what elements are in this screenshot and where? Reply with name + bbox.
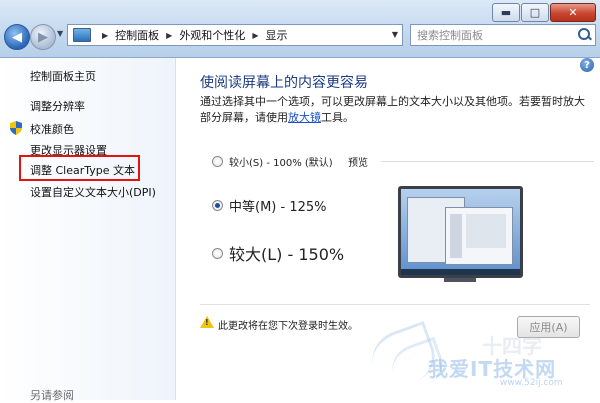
- option-smaller-label[interactable]: 较小(S) - 100% (默认): [229, 154, 333, 169]
- option-smaller[interactable]: 较小(S) - 100% (默认): [212, 154, 333, 169]
- search-input[interactable]: 搜索控制面板: [410, 24, 596, 46]
- sidebar-item-resolution[interactable]: 调整分辨率: [30, 98, 85, 114]
- radio-smaller[interactable]: [212, 156, 223, 167]
- breadcrumb-arrow-icon[interactable]: ▶: [252, 31, 258, 40]
- radio-larger[interactable]: [212, 247, 223, 259]
- warning-text: 此更改将在您下次登录时生效。: [218, 321, 358, 332]
- breadcrumb-control-panel[interactable]: 控制面板: [115, 27, 159, 43]
- sidebar-item-custom-dpi[interactable]: 设置自定义文本大小(DPI): [30, 184, 156, 200]
- preview-divider: [381, 161, 594, 162]
- window-controls: ▬ □ ✕: [491, 3, 596, 22]
- option-medium[interactable]: 中等(M) - 125%: [212, 196, 326, 215]
- radio-medium[interactable]: [212, 200, 223, 211]
- sidebar: 控制面板主页 调整分辨率 校准颜色 更改显示器设置 调整 ClearType 文…: [0, 58, 176, 402]
- option-medium-label[interactable]: 中等(M) - 125%: [229, 196, 326, 215]
- preview-label: 预览: [348, 158, 368, 169]
- search-placeholder: 搜索控制面板: [417, 29, 483, 42]
- preview-window-front: [445, 207, 513, 265]
- breadcrumb-appearance[interactable]: 外观和个性化: [179, 27, 245, 43]
- help-icon[interactable]: ?: [580, 58, 594, 72]
- title-bar: ▬ □ ✕ ◀ ▶ ▼ ▶ 控制面板 ▶ 外观和个性化 ▶ 显示 ▼ 搜索控制面…: [0, 0, 600, 58]
- search-icon[interactable]: [575, 26, 593, 44]
- recent-pages-dropdown[interactable]: ▼: [57, 29, 63, 38]
- page-title: 使阅读屏幕上的内容更容易: [200, 75, 368, 91]
- sidebar-item-home[interactable]: 控制面板主页: [30, 68, 96, 84]
- control-panel-icon: [73, 28, 91, 42]
- magnifier-link[interactable]: 放大镜: [288, 111, 321, 124]
- breadcrumb-arrow-icon[interactable]: ▶: [166, 31, 172, 40]
- preview-monitor-image: [398, 186, 523, 278]
- description: 通过选择其中一个选项，可以更改屏幕上的文本大小以及其他项。若要暂时放大部分屏幕，…: [200, 94, 590, 126]
- maximize-button[interactable]: □: [521, 3, 549, 22]
- warning-icon: !: [200, 316, 214, 328]
- minimize-button[interactable]: ▬: [492, 3, 520, 22]
- watermark-url: www.52ij.com: [500, 378, 563, 388]
- preview-screen: [401, 189, 520, 275]
- forward-button[interactable]: ▶: [30, 24, 56, 50]
- option-larger[interactable]: 较大(L) - 150%: [212, 241, 344, 265]
- back-button[interactable]: ◀: [4, 24, 30, 50]
- description-tail: 工具。: [321, 111, 354, 124]
- cleartype-highlight-box: [19, 155, 140, 181]
- option-larger-label[interactable]: 较大(L) - 150%: [229, 241, 344, 265]
- preview-taskbar: [401, 269, 520, 275]
- close-button[interactable]: ✕: [550, 3, 596, 22]
- preview-monitor-stand: [444, 278, 476, 282]
- see-also-heading: 另请参阅: [30, 389, 74, 402]
- description-text: 通过选择其中一个选项，可以更改屏幕上的文本大小以及其他项。若要暂时放大部分屏幕，…: [200, 95, 585, 124]
- address-dropdown-icon[interactable]: ▼: [392, 30, 398, 39]
- address-bar[interactable]: ▶ 控制面板 ▶ 外观和个性化 ▶ 显示 ▼: [67, 24, 403, 46]
- breadcrumb-display[interactable]: 显示: [265, 27, 287, 43]
- breadcrumb-arrow-icon[interactable]: ▶: [102, 31, 108, 40]
- sidebar-item-calibrate[interactable]: 校准颜色: [30, 121, 74, 137]
- shield-icon: [10, 121, 22, 135]
- divider: [200, 304, 590, 305]
